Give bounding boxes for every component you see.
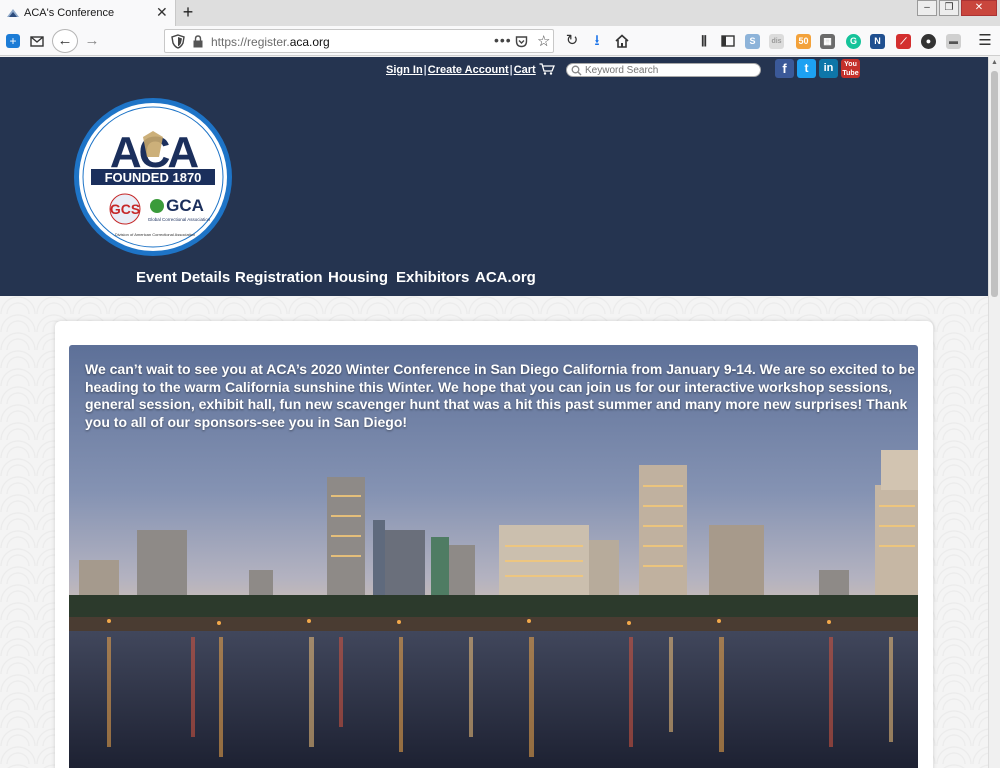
hero-banner: We can’t wait to see you at ACA’s 2020 W… [69,345,918,768]
youtube-icon[interactable]: You Tube [841,59,860,78]
browser-tab[interactable]: ACA's Conference ✕ [0,0,176,26]
logo-gca-subtitle: Global Correctional Association [148,217,211,222]
tab-title: ACA's Conference [24,7,115,19]
url-bar[interactable]: https://register.aca.org ••• ☆ [164,29,554,53]
mail-icon[interactable] [29,33,45,49]
download-icon[interactable]: ⭳ [589,33,605,49]
window-close-icon[interactable]: ✕ [961,0,997,16]
tracking-shield-icon[interactable] [171,34,185,49]
hero-message: We can’t wait to see you at ACA’s 2020 W… [85,361,916,430]
nav-registration[interactable]: Registration [235,269,323,286]
tab-close-icon[interactable]: ✕ [156,4,168,20]
new-tab-icon[interactable]: + [180,2,196,22]
cart-link[interactable]: Cart [514,64,536,76]
sidebar-icon[interactable] [720,33,736,49]
extension-honey-icon[interactable]: 50 [796,34,811,49]
bookmark-star-icon[interactable]: ☆ [537,32,550,50]
search-box [566,63,761,77]
lock-icon[interactable] [192,35,204,48]
url-text[interactable]: https://register.aca.org [211,35,330,49]
browser-tab-bar: ACA's Conference ✕ + – ❐ ✕ [0,0,1000,26]
page-scrollbar[interactable]: ▲ [988,57,1000,768]
create-account-link[interactable]: Create Account [428,64,509,76]
site-favicon-icon [7,9,19,17]
minimize-icon[interactable]: – [917,0,937,16]
logo-division-text: Division of American Correctional Associ… [115,232,195,237]
web-page: Sign In|Create Account|Cart f t in YouTu… [0,57,988,768]
restore-icon[interactable]: ❐ [939,0,959,16]
scroll-up-icon[interactable]: ▲ [991,59,998,66]
account-links: Sign In|Create Account|Cart [386,63,555,76]
logo-gca-text: GCA [166,196,204,215]
extension-faded-icon[interactable]: dis [769,34,784,49]
search-icon[interactable] [571,65,582,76]
extension-red-icon[interactable]: ⟋ [896,34,911,49]
home-icon[interactable] [614,33,630,49]
forward-icon[interactable]: → [84,33,100,49]
pocket-icon[interactable] [515,35,528,48]
reload-icon[interactable]: ↻ [564,33,580,49]
sign-in-link[interactable]: Sign In [386,64,423,76]
logo-gcs-text: GCS [110,201,140,217]
nav-event-details[interactable]: Event Details [136,269,230,286]
extension-s-icon[interactable]: S [745,34,760,49]
page-actions-icon[interactable]: ••• [494,32,512,48]
extension-n-icon[interactable]: N [870,34,885,49]
site-header: Sign In|Create Account|Cart f t in YouTu… [0,57,988,296]
menu-icon[interactable]: ☰ [977,33,993,49]
search-input[interactable] [585,64,755,76]
twitter-icon[interactable]: t [797,59,816,78]
nav-aca-org[interactable]: ACA.org [475,269,536,286]
nav-exhibitors[interactable]: Exhibitors [396,269,469,286]
browser-toolbar: + ← → https://register.aca.org ••• ☆ ↻ ⭳… [0,26,1000,56]
cart-icon[interactable] [539,63,555,75]
account-icon[interactable]: ● [921,34,936,49]
extension-disk-icon[interactable]: ▬ [946,34,961,49]
extension-grid-icon[interactable]: ▦ [820,34,835,49]
back-button[interactable]: ← [52,29,78,53]
scrollbar-thumb[interactable] [991,71,998,297]
extension-plus-icon[interactable]: + [6,34,20,48]
aca-logo[interactable]: ACA FOUNDED 1870 GCS GCA Global Correcti… [73,97,233,257]
facebook-icon[interactable]: f [775,59,794,78]
logo-founded-text: FOUNDED 1870 [105,170,202,185]
logo-globe-icon [150,199,164,213]
grammarly-icon[interactable]: G [846,34,861,49]
library-icon[interactable]: ⫼ [696,33,712,49]
nav-housing[interactable]: Housing [328,269,388,286]
linkedin-icon[interactable]: in [819,59,838,78]
